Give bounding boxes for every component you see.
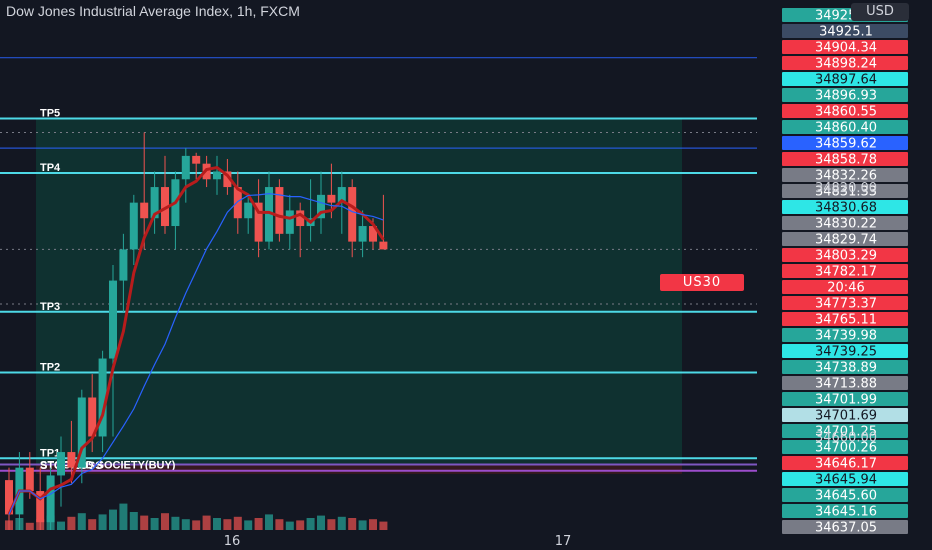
volume-bar [161, 513, 169, 530]
level-label: TP4 [40, 162, 61, 174]
volume-bar [358, 520, 367, 530]
price-label: 34897.64 [815, 73, 877, 88]
volume-bar [129, 512, 138, 530]
volume-bar [67, 516, 76, 530]
price-label: 34637.05 [815, 521, 877, 536]
candle-body [379, 241, 388, 250]
volume-bar [119, 503, 128, 530]
volume-bar [213, 518, 221, 530]
x-tick-label: 17 [555, 534, 572, 549]
candle-body [140, 202, 149, 219]
candle-body [285, 210, 294, 234]
candle-body [358, 226, 367, 242]
candle-body [67, 452, 76, 468]
volume-bar [192, 520, 201, 530]
candle-body [192, 155, 201, 164]
price-label: 34701.99 [815, 393, 877, 408]
price-label: 34898.24 [815, 57, 877, 72]
volume-bar [223, 519, 232, 530]
candle-body [327, 194, 336, 203]
candle-body [46, 475, 55, 523]
price-label: 34860.55 [815, 105, 877, 120]
volume-bar [109, 509, 117, 530]
volume-bar [57, 521, 65, 530]
price-label: 34896.93 [815, 89, 877, 104]
candle-body [57, 452, 65, 476]
volume-bar [5, 520, 13, 530]
volume-bar [140, 515, 149, 530]
volume-bar [296, 520, 305, 530]
price-label: 34646.17 [815, 457, 877, 472]
volume-bar [150, 518, 159, 530]
y-tick-label: 34660.00 [815, 430, 877, 445]
level-label: TP5 [40, 107, 60, 119]
level-label: TP2 [40, 362, 60, 374]
volume-bar [348, 518, 357, 530]
volume-bar [181, 519, 190, 530]
candle-body [244, 202, 253, 219]
volume-bar [233, 516, 242, 530]
volume-bar [171, 516, 180, 530]
price-label: 34739.25 [815, 345, 877, 360]
chart-window: TP5 TP4 TP3 TP2 TP1 STOCKED SOCIETY(BUY) STOP … [0, 0, 932, 550]
chart-title: Dow Jones Industrial Average Index, 1h, … [6, 3, 300, 19]
candle-body [129, 202, 138, 250]
chart-canvas[interactable]: TP5TP4TP3TP2TP1STOCKED SOCIETY(BUY)STOP … [0, 0, 932, 550]
volume-bar [36, 519, 45, 530]
price-label: 20:46 [827, 281, 864, 296]
volume-bar [244, 520, 253, 530]
volume-bar [285, 521, 294, 530]
volume-bar [202, 515, 211, 530]
volume-bar [317, 515, 325, 530]
volume-bar [379, 521, 388, 530]
volume-bar [306, 518, 315, 530]
price-label: 34645.60 [815, 489, 877, 504]
symbol-tag: US30 [660, 274, 744, 291]
price-label: 34860.40 [815, 121, 877, 136]
price-label: 34829.74 [815, 233, 877, 248]
volume-bar [327, 519, 336, 530]
volume-bar [369, 519, 377, 530]
price-label: 34830.68 [815, 201, 877, 216]
price-label: 34645.94 [815, 473, 877, 488]
volume-bar [15, 518, 24, 530]
price-label: 34773.37 [815, 297, 877, 312]
candle-body [181, 155, 190, 180]
price-label: 34925.1 [819, 25, 873, 40]
candle-body [213, 171, 221, 180]
price-label: 34701.69 [815, 409, 877, 424]
price-label: 34713.88 [815, 377, 877, 392]
target-zone [36, 118, 682, 465]
price-label: 34803.29 [815, 249, 877, 264]
candle-body [25, 467, 34, 492]
price-label: 34858.78 [815, 153, 877, 168]
price-label: 34765.11 [815, 313, 877, 328]
price-label: 34738.89 [815, 361, 877, 376]
volume-bar [337, 516, 346, 530]
volume-bar [265, 514, 273, 530]
time-axis-bg [0, 530, 757, 550]
candle-body [109, 280, 117, 359]
volume-bar [77, 513, 86, 530]
price-label: 34739.98 [815, 329, 877, 344]
price-label: 34782.17 [815, 265, 877, 280]
price-label: 34904.34 [815, 41, 877, 56]
volume-bar [88, 519, 97, 530]
volume-bar [25, 522, 34, 530]
price-label: 34645.16 [815, 505, 877, 520]
candle-body [119, 249, 128, 281]
candle-body [348, 187, 357, 242]
volume-bar [46, 515, 55, 530]
volume-bar [254, 518, 263, 530]
volume-bar [98, 514, 107, 530]
price-label: 34830.22 [815, 217, 877, 232]
currency-button[interactable]: USD [851, 3, 909, 21]
level-label: TP3 [40, 301, 60, 313]
y-tick-label: 34820.00 [815, 181, 877, 196]
x-tick-label: 16 [224, 534, 241, 549]
price-label: 34859.62 [815, 137, 877, 152]
volume-bar [275, 519, 284, 530]
